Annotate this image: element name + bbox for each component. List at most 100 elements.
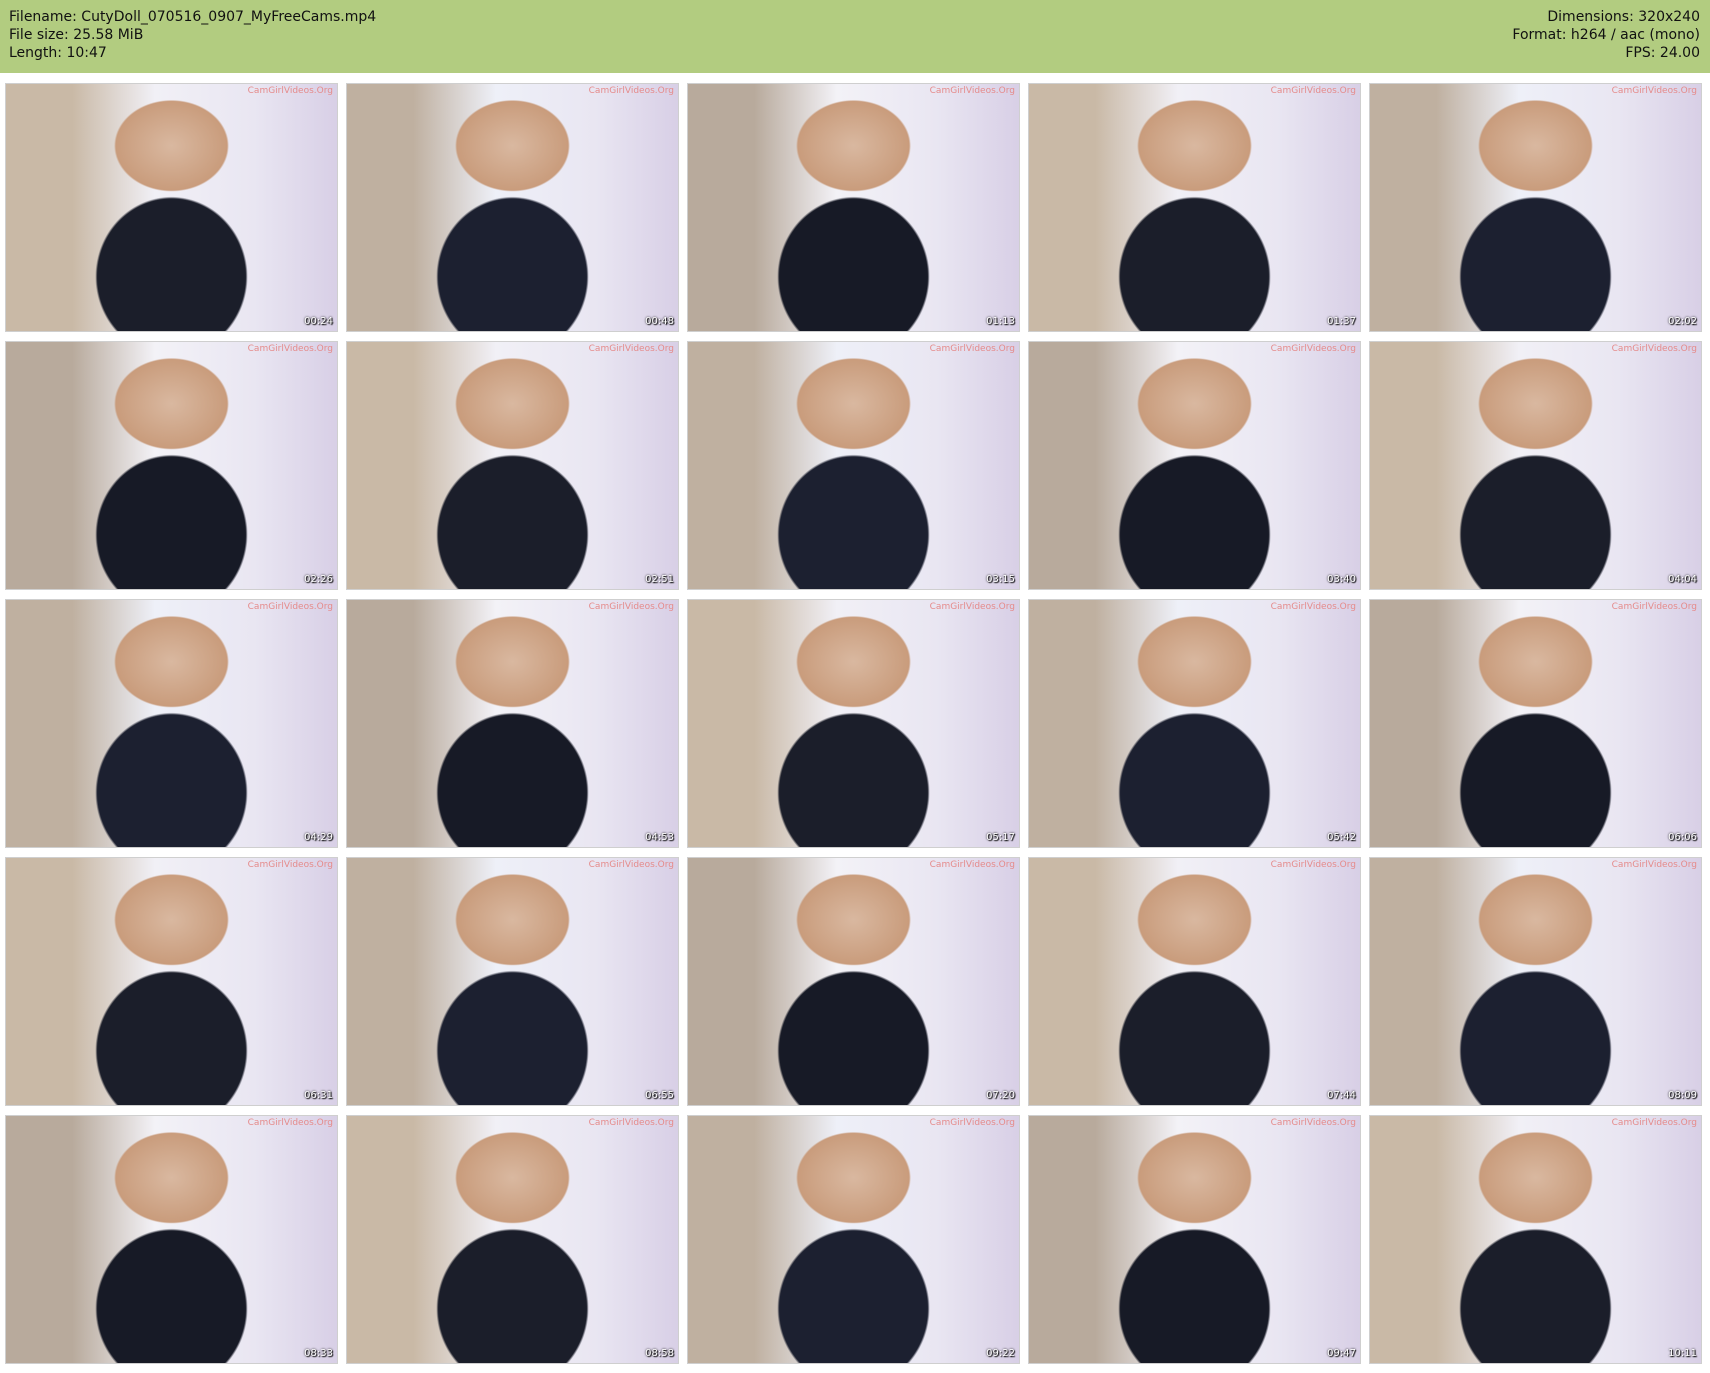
video-thumbnail: CamGirlVideos.Org 03:40 [1028, 341, 1361, 590]
thumbnail-timestamp: 07:20 [986, 1090, 1015, 1101]
thumbnail-timestamp: 09:22 [986, 1348, 1015, 1359]
video-thumbnail: CamGirlVideos.Org 08:58 [346, 1115, 679, 1364]
watermark-logo: CamGirlVideos.Org [929, 860, 1015, 870]
video-thumbnail: CamGirlVideos.Org 04:53 [346, 599, 679, 848]
thumbnail-frame-image [688, 342, 1019, 589]
watermark-logo: CamGirlVideos.Org [588, 86, 674, 96]
thumbnail-timestamp: 06:55 [645, 1090, 674, 1101]
watermark-logo: CamGirlVideos.Org [247, 602, 333, 612]
thumbnail-frame-image [1029, 342, 1360, 589]
video-thumbnail: CamGirlVideos.Org 06:06 [1369, 599, 1702, 848]
thumbnail-frame-image [6, 600, 337, 847]
video-thumbnail: CamGirlVideos.Org 06:55 [346, 857, 679, 1106]
thumbnail-frame-image [347, 600, 678, 847]
thumbnail-frame-image [1370, 600, 1701, 847]
video-thumbnail: CamGirlVideos.Org 00:48 [346, 83, 679, 332]
watermark-logo: CamGirlVideos.Org [588, 344, 674, 354]
thumbnail-frame-image [1029, 1116, 1360, 1363]
dimensions-text: Dimensions: 320x240 [1547, 9, 1700, 25]
video-thumbnail: CamGirlVideos.Org 09:22 [687, 1115, 1020, 1364]
watermark-logo: CamGirlVideos.Org [1611, 1118, 1697, 1128]
thumbnail-timestamp: 02:51 [645, 574, 674, 585]
thumbnail-timestamp: 10:11 [1668, 1348, 1697, 1359]
video-thumbnail: CamGirlVideos.Org 07:20 [687, 857, 1020, 1106]
thumbnail-timestamp: 06:06 [1668, 832, 1697, 843]
thumbnail-frame-image [1029, 858, 1360, 1105]
thumbnail-frame-image [1370, 858, 1701, 1105]
video-thumbnail: CamGirlVideos.Org 02:26 [5, 341, 338, 590]
video-thumbnail: CamGirlVideos.Org 08:33 [5, 1115, 338, 1364]
thumbnail-timestamp: 07:44 [1327, 1090, 1356, 1101]
video-thumbnail: CamGirlVideos.Org 04:04 [1369, 341, 1702, 590]
length-text: Length: 10:47 [9, 45, 107, 61]
video-thumbnail: CamGirlVideos.Org 02:02 [1369, 83, 1702, 332]
thumbnail-timestamp: 04:04 [1668, 574, 1697, 585]
thumbnail-frame-image [1370, 1116, 1701, 1363]
thumbnail-timestamp: 02:26 [304, 574, 333, 585]
watermark-logo: CamGirlVideos.Org [1611, 860, 1697, 870]
watermark-logo: CamGirlVideos.Org [247, 1118, 333, 1128]
thumbnail-timestamp: 00:24 [304, 316, 333, 327]
thumbnail-frame-image [688, 858, 1019, 1105]
thumbnail-timestamp: 05:42 [1327, 832, 1356, 843]
watermark-logo: CamGirlVideos.Org [929, 344, 1015, 354]
video-thumbnail: CamGirlVideos.Org 05:17 [687, 599, 1020, 848]
video-thumbnail: CamGirlVideos.Org 00:24 [5, 83, 338, 332]
fps-text: FPS: 24.00 [1625, 45, 1700, 61]
filesize-text: File size: 25.58 MiB [9, 27, 144, 43]
watermark-logo: CamGirlVideos.Org [588, 602, 674, 612]
thumbnail-frame-image [347, 858, 678, 1105]
watermark-logo: CamGirlVideos.Org [1270, 602, 1356, 612]
thumbnail-timestamp: 04:29 [304, 832, 333, 843]
thumbnail-timestamp: 03:15 [986, 574, 1015, 585]
video-thumbnail: CamGirlVideos.Org 02:51 [346, 341, 679, 590]
filename-text: Filename: CutyDoll_070516_0907_MyFreeCam… [9, 9, 377, 25]
watermark-logo: CamGirlVideos.Org [929, 86, 1015, 96]
watermark-logo: CamGirlVideos.Org [929, 602, 1015, 612]
thumbnail-frame-image [688, 1116, 1019, 1363]
thumbnail-frame-image [1029, 600, 1360, 847]
watermark-logo: CamGirlVideos.Org [1611, 86, 1697, 96]
thumbnail-timestamp: 08:58 [645, 1348, 674, 1359]
thumbnail-timestamp: 01:37 [1327, 316, 1356, 327]
watermark-logo: CamGirlVideos.Org [1611, 602, 1697, 612]
watermark-logo: CamGirlVideos.Org [1270, 860, 1356, 870]
thumbnail-frame-image [6, 858, 337, 1105]
video-thumbnail: CamGirlVideos.Org 10:11 [1369, 1115, 1702, 1364]
video-thumbnail: CamGirlVideos.Org 01:37 [1028, 83, 1361, 332]
watermark-logo: CamGirlVideos.Org [588, 860, 674, 870]
watermark-logo: CamGirlVideos.Org [1270, 86, 1356, 96]
thumbnail-frame-image [347, 84, 678, 331]
watermark-logo: CamGirlVideos.Org [588, 1118, 674, 1128]
thumbnail-timestamp: 00:48 [645, 316, 674, 327]
thumbnail-timestamp: 08:33 [304, 1348, 333, 1359]
video-thumbnail: CamGirlVideos.Org 07:44 [1028, 857, 1361, 1106]
info-header: Filename: CutyDoll_070516_0907_MyFreeCam… [0, 0, 1710, 73]
thumbnail-grid: CamGirlVideos.Org 00:24 CamGirlVideos.Org 0… [0, 73, 1710, 1373]
thumbnail-frame-image [1370, 84, 1701, 331]
thumbnail-frame-image [1029, 84, 1360, 331]
video-thumbnail: CamGirlVideos.Org 01:13 [687, 83, 1020, 332]
header-right: Dimensions: 320x240 Format: h264 / aac (… [1512, 8, 1700, 62]
thumbnail-timestamp: 08:09 [1668, 1090, 1697, 1101]
video-thumbnail: CamGirlVideos.Org 08:09 [1369, 857, 1702, 1106]
thumbnail-timestamp: 06:31 [304, 1090, 333, 1101]
thumbnail-timestamp: 01:13 [986, 316, 1015, 327]
watermark-logo: CamGirlVideos.Org [247, 860, 333, 870]
watermark-logo: CamGirlVideos.Org [1270, 1118, 1356, 1128]
header-left: Filename: CutyDoll_070516_0907_MyFreeCam… [9, 8, 376, 62]
thumbnail-frame-image [347, 342, 678, 589]
thumbnail-frame-image [688, 600, 1019, 847]
video-thumbnail: CamGirlVideos.Org 05:42 [1028, 599, 1361, 848]
watermark-logo: CamGirlVideos.Org [247, 86, 333, 96]
thumbnail-frame-image [688, 84, 1019, 331]
watermark-logo: CamGirlVideos.Org [247, 344, 333, 354]
video-thumbnail: CamGirlVideos.Org 03:15 [687, 341, 1020, 590]
thumbnail-frame-image [347, 1116, 678, 1363]
thumbnail-timestamp: 02:02 [1668, 316, 1697, 327]
format-text: Format: h264 / aac (mono) [1512, 27, 1700, 43]
thumbnail-frame-image [6, 84, 337, 331]
watermark-logo: CamGirlVideos.Org [929, 1118, 1015, 1128]
watermark-logo: CamGirlVideos.Org [1611, 344, 1697, 354]
video-thumbnail: CamGirlVideos.Org 04:29 [5, 599, 338, 848]
